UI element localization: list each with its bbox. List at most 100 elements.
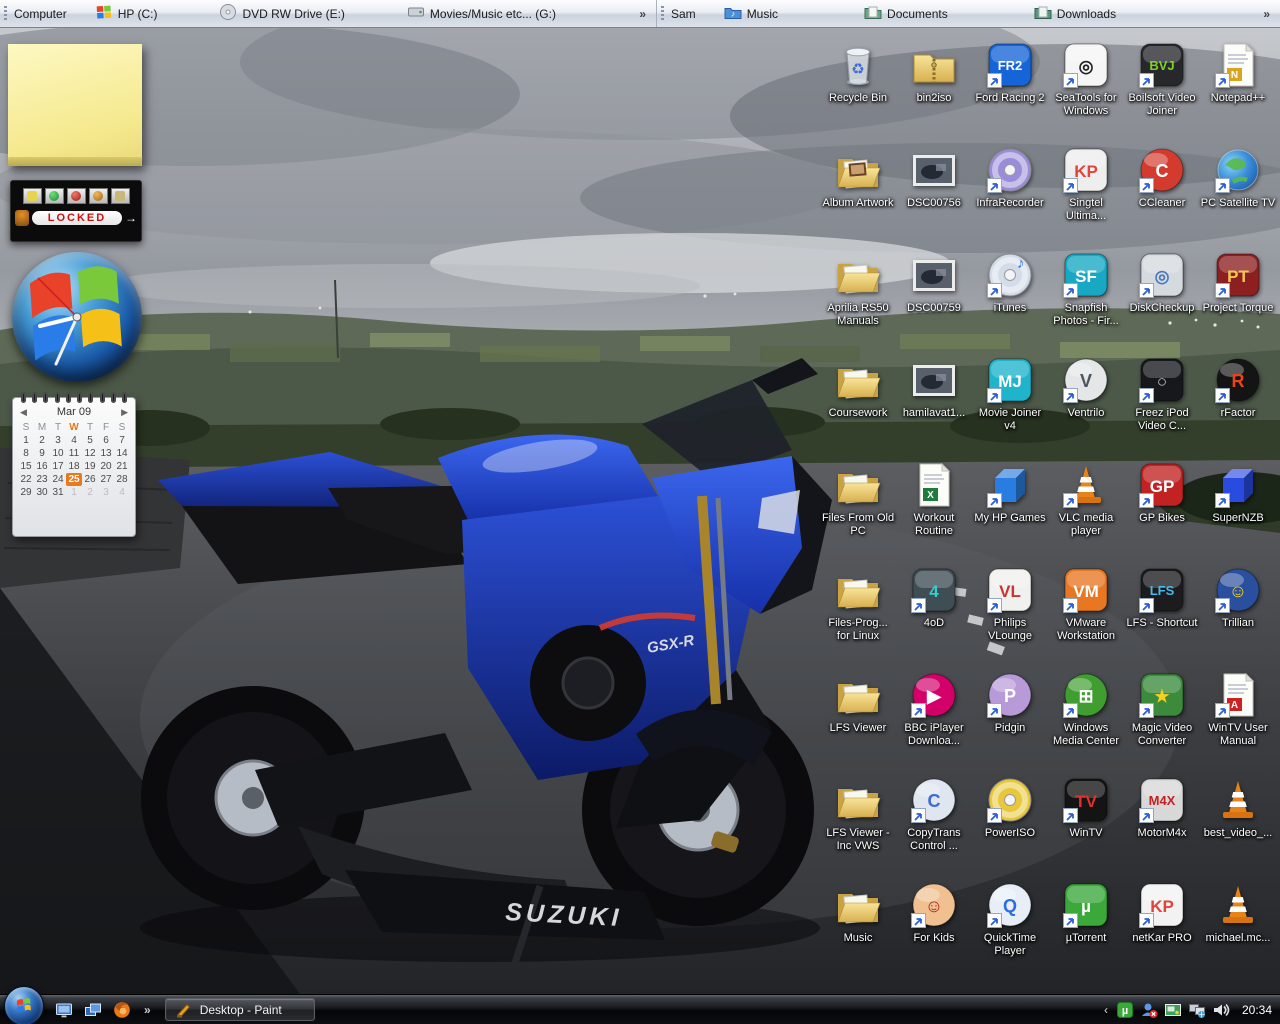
calendar-date[interactable]: 19 xyxy=(82,460,98,473)
desktop-icon-project-torque[interactable]: PT Project Torque xyxy=(1200,250,1276,355)
desktop-icon-workout-routine[interactable]: X Workout Routine xyxy=(896,460,972,565)
desktop-icon-poweriso[interactable]: PowerISO xyxy=(972,775,1048,880)
desktop-icon-4od[interactable]: 4 4oD xyxy=(896,565,972,670)
desktop-icon-album-artwork[interactable]: Album Artwork xyxy=(820,145,896,250)
calendar-date[interactable]: 11 xyxy=(66,447,82,460)
windows-orb-clock-gadget[interactable] xyxy=(12,252,142,382)
desktop-icon-movie-joiner-v4[interactable]: MJ Movie Joiner v4 xyxy=(972,355,1048,460)
show-desktop-icon[interactable] xyxy=(54,1000,74,1020)
desktop-icon-supernzb[interactable]: SuperNZB xyxy=(1200,460,1276,565)
calendar-date[interactable]: 24 xyxy=(50,473,66,486)
calendar-date[interactable]: 20 xyxy=(98,460,114,473)
desktop-icon-pc-satellite-tv[interactable]: PC Satellite TV xyxy=(1200,145,1276,250)
desktop-icon-snapfish-photos[interactable]: SF Snapfish Photos - Fir... xyxy=(1048,250,1124,355)
calendar-date[interactable]: 8 xyxy=(18,447,34,460)
toolbar-item-music[interactable]: ♪ Music xyxy=(724,3,778,24)
calendar-date[interactable]: 10 xyxy=(50,447,66,460)
calendar-date[interactable]: 26 xyxy=(82,473,98,486)
desktop-icon-boilsoft-video-joiner[interactable]: BVJ Boilsoft Video Joiner xyxy=(1124,40,1200,145)
quick-launch-overflow-chevron[interactable]: » xyxy=(144,1003,151,1017)
toolbar-item-hp-c-drive[interactable]: HP (C:) xyxy=(95,3,157,24)
desktop-icon-lfs-shortcut[interactable]: LFS LFS - Shortcut xyxy=(1124,565,1200,670)
desktop-icon-michael-mc[interactable]: michael.mc... xyxy=(1200,880,1276,985)
desktop-icon-rfactor[interactable]: RrFactor xyxy=(1200,355,1276,460)
toolbar-grip[interactable] xyxy=(4,5,7,22)
switch-windows-icon[interactable] xyxy=(83,1000,103,1020)
calendar-date[interactable]: 9 xyxy=(34,447,50,460)
calendar-date[interactable]: 16 xyxy=(34,460,50,473)
network-icon[interactable] xyxy=(1188,1001,1206,1019)
desktop-icon-seatools-for-windows[interactable]: ◎ SeaTools for Windows xyxy=(1048,40,1124,145)
red-light-button[interactable] xyxy=(66,188,86,204)
calendar-prev-icon[interactable]: ◀ xyxy=(20,407,27,418)
messenger-offline-icon[interactable] xyxy=(1140,1001,1158,1019)
desktop-icon-lfs-viewer[interactable]: LFS Viewer xyxy=(820,670,896,775)
toolbar-item-downloads[interactable]: Downloads xyxy=(1034,3,1116,24)
calendar-date[interactable]: 22 xyxy=(18,473,34,486)
desktop-icon-ccleaner[interactable]: C CCleaner xyxy=(1124,145,1200,250)
traffic-light-gadget[interactable]: LOCKED → xyxy=(10,180,142,242)
desktop-icon-motorm4x[interactable]: M4X MotorM4x xyxy=(1124,775,1200,880)
desktop-icon-diskcheckup[interactable]: ◎ DiskCheckup xyxy=(1124,250,1200,355)
settings-button[interactable] xyxy=(110,188,130,204)
desktop-icon-best-video[interactable]: best_video_... xyxy=(1200,775,1276,880)
calendar-date[interactable]: 6 xyxy=(98,434,114,447)
calendar-date[interactable]: 23 xyxy=(34,473,50,486)
calendar-date[interactable]: 17 xyxy=(50,460,66,473)
desktop-icon-quicktime-player[interactable]: Q QuickTime Player xyxy=(972,880,1048,985)
amber-light-button[interactable] xyxy=(88,188,108,204)
lock-button[interactable] xyxy=(22,188,42,204)
volume-icon[interactable] xyxy=(1212,1001,1230,1019)
calendar-date[interactable]: 1 xyxy=(18,434,34,447)
desktop-icon-ford-racing-2[interactable]: FR2 Ford Racing 2 xyxy=(972,40,1048,145)
desktop-icon-infrarecorder[interactable]: InfraRecorder xyxy=(972,145,1048,250)
desktop-icon-recycle-bin[interactable]: ♻ Recycle Bin xyxy=(820,40,896,145)
calendar-date[interactable]: 28 xyxy=(114,473,130,486)
desktop-icon-dsc00756[interactable]: DSC00756 xyxy=(896,145,972,250)
calendar-date[interactable]: 3 xyxy=(98,486,114,499)
desktop-icon-pidgin[interactable]: P Pidgin xyxy=(972,670,1048,775)
desktop-icon-vmware-workstation[interactable]: VM VMware Workstation xyxy=(1048,565,1124,670)
desktop-icon-for-kids[interactable]: ☺ For Kids xyxy=(896,880,972,985)
calendar-date[interactable]: 1 xyxy=(66,486,82,499)
calendar-date[interactable]: 7 xyxy=(114,434,130,447)
calendar-selected-date[interactable]: 25 xyxy=(66,473,82,486)
photo-viewer-icon[interactable] xyxy=(1164,1001,1182,1019)
calendar-date[interactable]: 13 xyxy=(98,447,114,460)
utorrent-icon[interactable]: µ xyxy=(1116,1001,1134,1019)
desktop-icon-freez-ipod-video-converter[interactable]: ○ Freez iPod Video C... xyxy=(1124,355,1200,460)
desktop-icon-gp-bikes[interactable]: GP GP Bikes xyxy=(1124,460,1200,565)
desktop-icon-notepad-plus-plus[interactable]: N Notepad++ xyxy=(1200,40,1276,145)
desktop-icon-aprilia-rs50-manuals[interactable]: Aprilia RS50 Manuals xyxy=(820,250,896,355)
desktop-icon-dsc00759[interactable]: DSC00759 xyxy=(896,250,972,355)
calendar-date[interactable]: 29 xyxy=(18,486,34,499)
calendar-date[interactable]: 14 xyxy=(114,447,130,460)
calendar-date[interactable]: 4 xyxy=(66,434,82,447)
calendar-date[interactable]: 12 xyxy=(82,447,98,460)
calendar-date[interactable]: 30 xyxy=(34,486,50,499)
desktop-icon-files-prog-for-linux[interactable]: Files-Prog... for Linux xyxy=(820,565,896,670)
tray-collapse-chevron[interactable]: ‹ xyxy=(1104,1003,1108,1017)
desktop-icon-bbc-iplayer-downloader[interactable]: ▶ BBC iPlayer Downloa... xyxy=(896,670,972,775)
calendar-date[interactable]: 18 xyxy=(66,460,82,473)
desktop-icon-wintv[interactable]: TV WinTV xyxy=(1048,775,1124,880)
calendar-date[interactable]: 2 xyxy=(34,434,50,447)
desktop-icon-bin2iso[interactable]: bin2iso xyxy=(896,40,972,145)
desktop-icon-hamilavat1[interactable]: hamilavat1... xyxy=(896,355,972,460)
toolbar-item-dvd-rw-drive-e[interactable]: DVD RW Drive (E:) xyxy=(219,3,345,24)
desktop-icon-coursework[interactable]: Coursework xyxy=(820,355,896,460)
calendar-date[interactable]: 27 xyxy=(98,473,114,486)
calendar-next-icon[interactable]: ▶ xyxy=(121,407,128,418)
desktop-icon-lfs-viewer-inc-vws[interactable]: LFS Viewer - Inc VWS xyxy=(820,775,896,880)
desktop-icon-music-folder[interactable]: Music xyxy=(820,880,896,985)
desktop-icon-philips-vlounge[interactable]: VL Philips VLounge xyxy=(972,565,1048,670)
desktop-icon-windows-media-center[interactable]: ⊞ Windows Media Center xyxy=(1048,670,1124,775)
calendar-date[interactable]: 5 xyxy=(82,434,98,447)
desktop-icon-copytrans-control[interactable]: C CopyTrans Control ... xyxy=(896,775,972,880)
desktop-icon-utorrent[interactable]: µ µTorrent xyxy=(1048,880,1124,985)
task-button-desktop-paint[interactable]: Desktop - Paint xyxy=(164,998,315,1021)
desktop-icon-singtel-ultima[interactable]: KP Singtel Ultima... xyxy=(1048,145,1124,250)
calendar-date[interactable]: 21 xyxy=(114,460,130,473)
toolbar-item-movies-music-g-drive[interactable]: Movies/Music etc... (G:) xyxy=(407,3,556,24)
green-light-button[interactable] xyxy=(44,188,64,204)
